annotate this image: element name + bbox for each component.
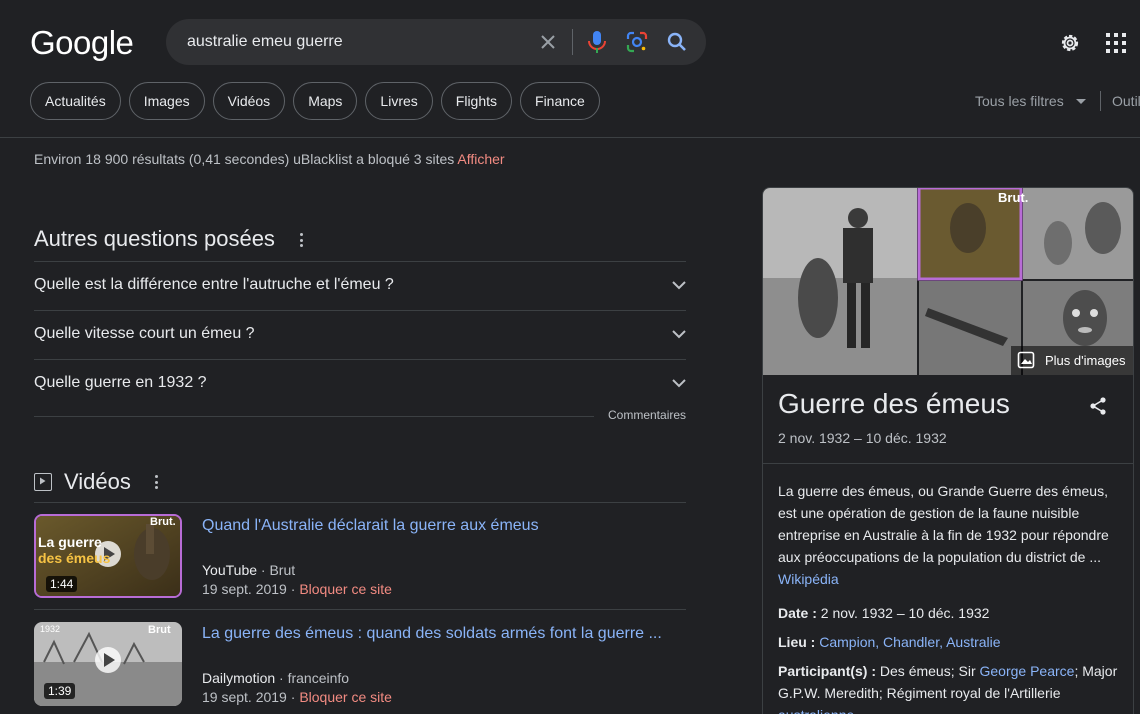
video-thumbnail[interactable]: 1932 Brut 1:39: [34, 622, 182, 706]
video-duration: 1:39: [44, 683, 76, 699]
thumbnail-caption: La guerre: [38, 534, 102, 550]
videos-section-title: Vidéos: [34, 469, 131, 495]
chip-actualites[interactable]: Actualités: [30, 82, 121, 120]
section-divider: [34, 502, 686, 503]
image-icon: [1017, 351, 1035, 369]
chevron-down-icon: [672, 330, 686, 339]
panel-description-text: La guerre des émeus, ou Grande Guerre de…: [778, 483, 1109, 565]
fact-value-link[interactable]: George Pearce: [980, 663, 1075, 679]
paa-divider: [34, 359, 686, 360]
paa-divider: [34, 261, 686, 262]
panel-title: Guerre des émeus: [778, 388, 1010, 419]
chevron-down-icon: [672, 281, 686, 290]
caret-down-icon: [1075, 98, 1086, 104]
chip-livres[interactable]: Livres: [365, 82, 433, 120]
video-source-name: YouTube: [202, 562, 258, 578]
paa-title: Autres questions posées: [34, 226, 275, 251]
fact-label: Date :: [778, 605, 817, 621]
video-source: YouTube · Brut: [202, 562, 296, 578]
videos-title: Vidéos: [64, 469, 131, 494]
chip-finance[interactable]: Finance: [520, 82, 600, 120]
video-thumbnail[interactable]: La guerre des émeus Brut. 1:44: [34, 514, 182, 598]
more-options-icon[interactable]: [299, 233, 303, 247]
paa-question[interactable]: Quelle est la différence entre l'autruch…: [34, 276, 686, 294]
feedback-link[interactable]: Commentaires: [608, 408, 686, 422]
video-title-link[interactable]: Quand l'Australie déclarait la guerre au…: [202, 517, 539, 535]
close-icon[interactable]: [538, 32, 558, 52]
paa-question-text: Quelle guerre en 1932 ?: [34, 374, 207, 391]
microphone-icon[interactable]: [586, 30, 608, 54]
panel-fact-participants: Participant(s) : Des émeus; Sir George P…: [778, 660, 1120, 714]
video-meta: 19 sept. 2019 · Bloquer ce site: [202, 689, 392, 705]
google-logo[interactable]: Google: [30, 24, 134, 62]
panel-description: La guerre des émeus, ou Grande Guerre de…: [778, 480, 1120, 590]
paa-question-text: Quelle est la différence entre l'autruch…: [34, 276, 394, 293]
paa-question-text: Quelle vitesse court un émeu ?: [34, 325, 255, 342]
share-icon[interactable]: [1088, 396, 1108, 416]
chevron-down-icon: [672, 379, 686, 388]
block-site-link[interactable]: Bloquer ce site: [299, 689, 392, 705]
panel-divider: [763, 463, 1133, 464]
video-source-name: Dailymotion: [202, 670, 276, 686]
all-filters-label: Tous les filtres: [975, 93, 1064, 109]
video-date: 19 sept. 2019: [202, 689, 287, 705]
more-options-icon[interactable]: [154, 475, 158, 489]
video-date: 19 sept. 2019: [202, 581, 287, 597]
video-title-link[interactable]: La guerre des émeus : quand des soldats …: [202, 625, 662, 643]
block-site-link[interactable]: Bloquer ce site: [299, 581, 392, 597]
paa-question[interactable]: Quelle vitesse court un émeu ?: [34, 325, 686, 343]
fact-value-link[interactable]: Campion, Chandler, Australie: [819, 634, 1000, 650]
panel-fact-date: Date : 2 nov. 1932 – 10 déc. 1932: [778, 602, 1120, 624]
more-images-label: Plus d'images: [1045, 352, 1126, 368]
paa-divider: [34, 416, 594, 417]
search-input[interactable]: australie emeu guerre: [187, 33, 343, 51]
chip-videos[interactable]: Vidéos: [212, 82, 286, 120]
fact-value: 2 nov. 1932 – 10 déc. 1932: [820, 605, 990, 621]
toolbar-divider: [1100, 91, 1101, 111]
paa-question[interactable]: Quelle guerre en 1932 ?: [34, 374, 686, 392]
image-brand-tag: Brut.: [998, 190, 1029, 205]
thumbnail-brand: Brut.: [150, 516, 176, 528]
knowledge-panel-image-grid[interactable]: [763, 188, 1134, 375]
video-meta: 19 sept. 2019 · Bloquer ce site: [202, 581, 392, 597]
section-divider: [34, 609, 686, 610]
video-source: Dailymotion · franceinfo: [202, 670, 350, 686]
header-divider: [0, 137, 1140, 138]
chip-maps[interactable]: Maps: [293, 82, 358, 120]
fact-label: Participant(s) :: [778, 663, 877, 679]
chip-flights[interactable]: Flights: [440, 82, 513, 120]
search-separator: [572, 29, 573, 55]
paa-divider: [34, 310, 686, 311]
camera-lens-icon[interactable]: [625, 30, 649, 54]
apps-grid-icon[interactable]: [1105, 32, 1127, 54]
show-blocked-link[interactable]: Afficher: [457, 151, 504, 167]
all-filters-button[interactable]: Tous les filtres: [975, 93, 1086, 109]
chip-images[interactable]: Images: [128, 82, 205, 120]
video-duration: 1:44: [46, 576, 78, 592]
thumbnail-brand: Brut: [148, 624, 171, 636]
fact-value-link[interactable]: australienne: [778, 707, 854, 714]
result-stats: Environ 18 900 résultats (0,41 secondes)…: [34, 151, 505, 167]
fact-label: Lieu :: [778, 634, 816, 650]
gear-icon[interactable]: [1058, 31, 1082, 55]
search-icon[interactable]: [665, 30, 689, 54]
wikipedia-link[interactable]: Wikipédia: [778, 571, 839, 587]
panel-subtitle: 2 nov. 1932 – 10 déc. 1932: [778, 430, 947, 446]
result-stats-text: Environ 18 900 résultats (0,41 secondes)…: [34, 151, 455, 167]
fact-value: Des émeus; Sir: [879, 663, 976, 679]
tools-button[interactable]: Outils: [1112, 93, 1140, 109]
video-channel: franceinfo: [287, 670, 350, 686]
more-images-button[interactable]: Plus d'images: [1017, 351, 1126, 369]
video-channel: Brut: [269, 562, 296, 578]
panel-fact-place: Lieu : Campion, Chandler, Australie: [778, 631, 1120, 653]
thumbnail-caption: des émeus: [38, 550, 111, 566]
video-play-icon: [34, 473, 52, 491]
search-filter-chips: Actualités Images Vidéos Maps Livres Fli…: [30, 82, 600, 120]
thumbnail-caption: 1932: [40, 624, 61, 634]
